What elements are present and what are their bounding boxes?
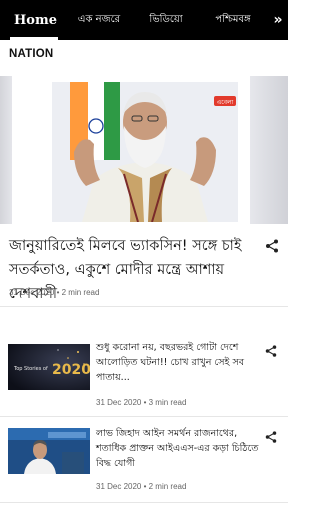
article-date: 31 Dec 2020 [96,482,142,491]
hero-watermark: এবেলা [217,99,234,106]
article-thumbnail[interactable] [8,428,90,474]
tab-video[interactable]: ভিডিয়ো [134,0,198,40]
article-meta: 31 Dec 2020 • 3 min read [96,398,186,407]
tab-home[interactable]: Home [0,0,64,40]
carousel-next-peek[interactable] [250,76,288,224]
section-title: NATION [9,48,54,60]
thumbnail-year: 2020 [52,362,90,378]
thumbnail-caption: Top Stories of [13,366,48,372]
share-icon[interactable] [264,344,278,358]
share-icon[interactable] [264,238,280,254]
divider [0,502,288,503]
hero-image[interactable]: এবেলা [52,82,238,222]
article-read-time: 3 min read [148,398,187,407]
hero-carousel[interactable]: এবেলা [0,74,288,228]
list-item[interactable]: Top Stories of 2020 শুধু করোনা নয়, বছরভ… [0,338,288,418]
tab-west-bengal[interactable]: পশ্চিমবঙ্গ [198,0,268,40]
hero-read-time: 2 min read [61,288,100,297]
article-read-time: 2 min read [148,482,187,491]
hero-date: 31 Dec 2020 [9,288,55,297]
article-title[interactable]: লাভ জিহাদ আইন সমর্থন রাজনাথের, শতাধিক প্… [96,426,262,471]
top-nav-bar: Home এক নজরে ভিডিয়ো পশ্চিমবঙ্গ » [0,0,288,40]
article-date: 31 Dec 2020 [96,398,142,407]
meta-separator: • [54,288,62,297]
hero-meta: 31 Dec 2020 • 2 min read [9,288,99,297]
article-title[interactable]: শুধু করোনা নয়, বছরভরই গোটা দেশে আলোড়িত… [96,340,262,385]
list-item[interactable]: লাভ জিহাদ আইন সমর্থন রাজনাথের, শতাধিক প্… [0,420,288,500]
share-icon[interactable] [264,430,278,444]
carousel-prev-peek[interactable] [0,76,12,224]
meta-separator: • [141,398,149,407]
divider [0,306,288,307]
meta-separator: • [141,482,149,491]
divider [0,416,288,417]
article-meta: 31 Dec 2020 • 2 min read [96,482,186,491]
article-thumbnail[interactable]: Top Stories of 2020 [8,344,90,390]
chevron-double-right-icon[interactable]: » [268,0,288,40]
tab-at-a-glance[interactable]: এক নজরে [64,0,134,40]
